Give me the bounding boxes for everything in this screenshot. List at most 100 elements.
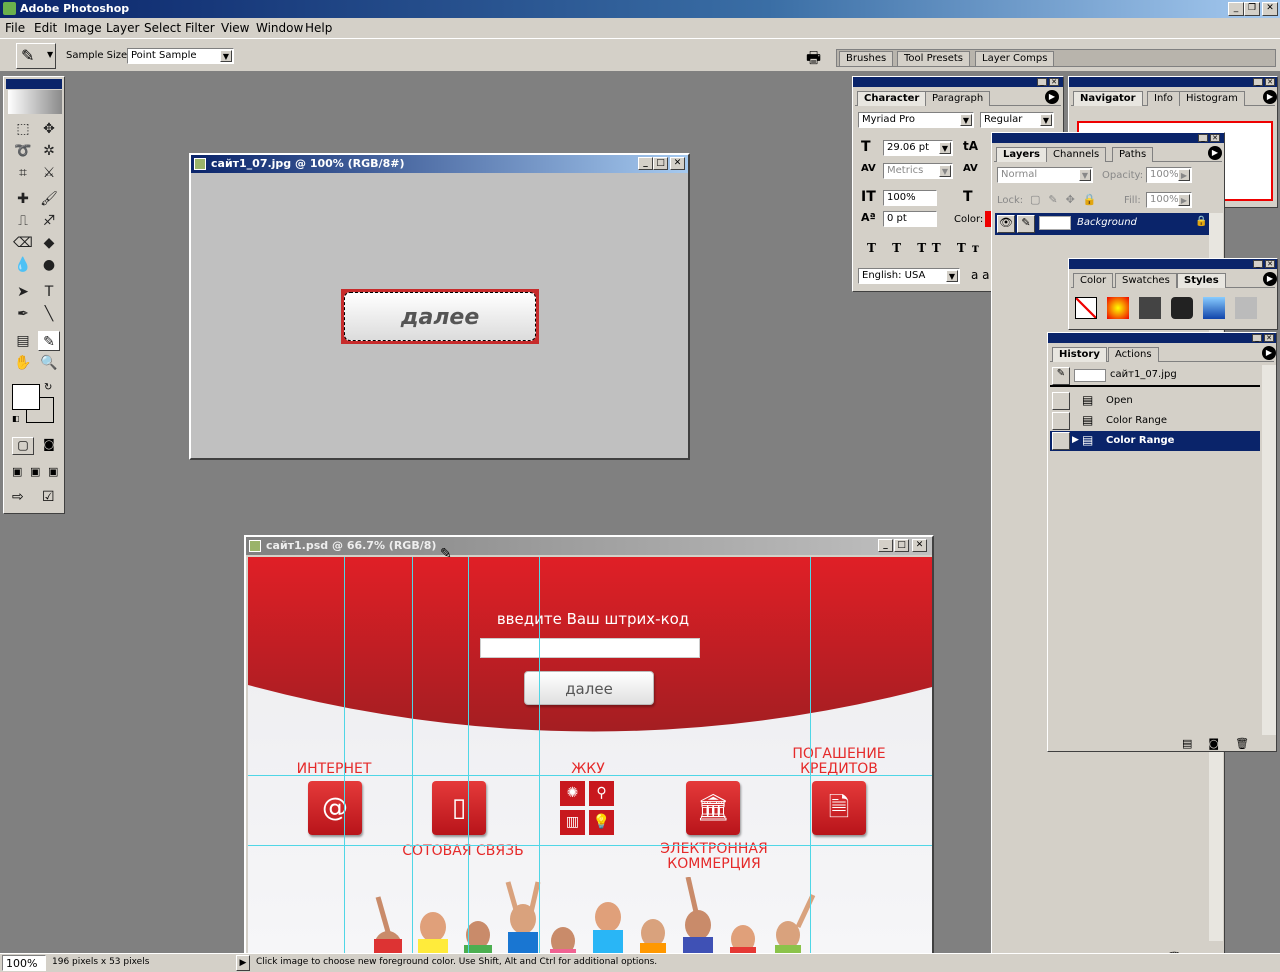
history-state-slider-icon[interactable]: ▶ <box>1072 435 1079 445</box>
checkmark-icon[interactable]: ☑ <box>42 489 55 505</box>
panel-close-button[interactable]: ✕ <box>1210 134 1220 142</box>
tab-history[interactable]: History <box>1052 347 1107 362</box>
kerning-field[interactable]: Metrics ▼ <box>883 163 953 179</box>
doc2-minimize-button[interactable]: _ <box>878 539 893 552</box>
guide-vertical[interactable] <box>468 557 469 953</box>
fill-field[interactable]: 100% ▶ <box>1146 192 1192 208</box>
doc1-maximize-button[interactable]: □ <box>653 157 668 170</box>
menu-filter[interactable]: Filter <box>185 21 215 35</box>
panel-minimize-button[interactable]: _ <box>1252 334 1262 342</box>
default-colors-icon[interactable]: ◧ <box>12 414 20 423</box>
panel-close-button[interactable]: ✕ <box>1265 78 1275 86</box>
history-item[interactable]: ▤ Color Range <box>1050 411 1260 431</box>
doc2-close-button[interactable]: ✕ <box>912 539 927 552</box>
tab-layers[interactable]: Layers <box>996 147 1047 162</box>
tab-navigator[interactable]: Navigator <box>1073 91 1143 106</box>
doc2-maximize-button[interactable]: □ <box>894 539 909 552</box>
panel-menu-icon[interactable]: ▶ <box>1263 90 1277 104</box>
next-button[interactable]: далее <box>524 671 654 705</box>
menu-view[interactable]: View <box>221 21 249 35</box>
blend-mode-select[interactable]: Normal ▼ <box>997 167 1093 183</box>
history-source-checkbox[interactable] <box>1052 432 1070 450</box>
panel-menu-icon[interactable]: ▶ <box>1263 272 1277 286</box>
document-2-canvas[interactable]: введите Ваш штрих-код далее ИНТЕРНЕТ ЖКУ… <box>248 557 932 953</box>
internet-laptop-icon[interactable]: @ <box>308 781 362 835</box>
tab-swatches[interactable]: Swatches <box>1115 273 1177 288</box>
menu-select[interactable]: Select <box>144 21 181 35</box>
tab-color[interactable]: Color <box>1073 273 1114 288</box>
panel-close-button[interactable]: ✕ <box>1049 78 1059 86</box>
status-menu-arrow-icon[interactable]: ▶ <box>236 955 250 971</box>
clone-stamp-icon[interactable]: ⎍ <box>12 211 34 231</box>
tab-actions[interactable]: Actions <box>1108 347 1159 362</box>
menu-edit[interactable]: Edit <box>34 21 57 35</box>
menu-file[interactable]: File <box>5 21 25 35</box>
magic-wand-tool-icon[interactable]: ✲ <box>38 141 60 161</box>
credit-document-icon[interactable]: 🗎 <box>812 781 866 835</box>
mobile-phone-icon[interactable]: ▯ <box>432 781 486 835</box>
opacity-field[interactable]: 100% ▶ <box>1146 167 1192 183</box>
panel-close-button[interactable]: ✕ <box>1264 334 1274 342</box>
font-style-select[interactable]: Regular ▼ <box>980 112 1054 128</box>
minimize-button[interactable]: _ <box>1228 2 1244 16</box>
font-family-select[interactable]: Myriad Pro ▼ <box>858 112 974 128</box>
tab-paths[interactable]: Paths <box>1112 147 1154 162</box>
history-brush-icon[interactable]: ♐ <box>38 211 60 231</box>
eye-icon[interactable]: 👁 <box>997 215 1015 233</box>
slice-tool-icon[interactable]: ⚔ <box>38 163 60 183</box>
menu-window[interactable]: Window <box>256 21 303 35</box>
close-button[interactable]: ✕ <box>1262 2 1278 16</box>
history-footer-icons[interactable]: ▤◙🗑 <box>1182 737 1265 750</box>
anti-alias-icon[interactable]: a a <box>971 268 990 282</box>
crop-tool-icon[interactable]: ⌗ <box>12 163 34 183</box>
move-tool-icon[interactable]: ✥ <box>38 119 60 139</box>
panel-minimize-button[interactable]: _ <box>1198 134 1208 142</box>
line-tool-icon[interactable]: ╲ <box>38 304 60 324</box>
history-item-selected[interactable]: ▶ ▤ Color Range <box>1050 431 1260 451</box>
panel-menu-icon[interactable]: ▶ <box>1208 146 1222 160</box>
swap-colors-icon[interactable]: ↻ <box>44 382 52 393</box>
guide-vertical[interactable] <box>810 557 811 953</box>
utilities-icon[interactable]: ✺ ⚲ ▥ 💡 <box>560 781 614 835</box>
guide-vertical[interactable] <box>539 557 540 953</box>
dodge-tool-icon[interactable]: ● <box>38 255 60 275</box>
zoom-field[interactable]: 100% <box>2 955 46 971</box>
tab-layer-comps[interactable]: Layer Comps <box>975 51 1055 66</box>
screen-mode-standard-icon[interactable]: ▣ <box>12 465 22 478</box>
tab-character[interactable]: Character <box>857 91 927 106</box>
eraser-tool-icon[interactable]: ⌫ <box>12 233 34 253</box>
history-brush-source-icon[interactable]: ✎ <box>1052 367 1070 385</box>
doc1-close-button[interactable]: ✕ <box>670 157 685 170</box>
pen-tool-icon[interactable]: ✒ <box>12 304 34 324</box>
bank-coin-icon[interactable]: 🏛 <box>686 781 740 835</box>
layer-row-background[interactable]: 👁 ✎ Background 🔒 <box>995 213 1209 235</box>
eyedropper-tool-icon[interactable]: ✎ <box>38 331 60 351</box>
barcode-input[interactable] <box>480 638 700 658</box>
guide-vertical[interactable] <box>344 557 345 953</box>
style-swatch[interactable] <box>1235 297 1257 319</box>
style-swatch[interactable] <box>1107 297 1129 319</box>
standard-mode-icon[interactable]: ▢ <box>12 437 34 455</box>
history-item[interactable]: ▤ Open <box>1050 391 1260 411</box>
baseline-shift-field[interactable]: 0 pt <box>883 211 937 227</box>
tab-styles[interactable]: Styles <box>1177 273 1226 288</box>
doc-size-info[interactable]: 196 pixels x 53 pixels <box>52 957 149 967</box>
tab-histogram[interactable]: Histogram <box>1179 91 1245 106</box>
vertical-scale-field[interactable]: 100% <box>883 190 937 206</box>
doc1-minimize-button[interactable]: _ <box>638 157 653 170</box>
panel-menu-icon[interactable]: ▶ <box>1045 90 1059 104</box>
quick-mask-mode-icon[interactable]: ◙ <box>38 437 60 455</box>
document-1-canvas[interactable]: далее <box>191 173 688 458</box>
printer-icon[interactable]: 🖶 <box>806 47 821 74</box>
history-snapshot-row[interactable]: ✎ сайт1_07.jpg <box>1050 365 1260 387</box>
history-source-checkbox[interactable] <box>1052 412 1070 430</box>
tab-brushes[interactable]: Brushes <box>839 51 894 66</box>
sample-size-select[interactable]: Point Sample ▼ <box>127 48 234 64</box>
brush-tool-icon[interactable]: 🖌 <box>38 189 60 209</box>
history-source-checkbox[interactable] <box>1052 392 1070 410</box>
style-swatch[interactable] <box>1139 297 1161 319</box>
style-none-swatch[interactable] <box>1075 297 1097 319</box>
zoom-tool-icon[interactable]: 🔍 <box>38 353 60 373</box>
font-size-field[interactable]: 29.06 pt ▼ <box>883 140 953 156</box>
screen-mode-full-icon[interactable]: ▣ <box>48 465 58 478</box>
